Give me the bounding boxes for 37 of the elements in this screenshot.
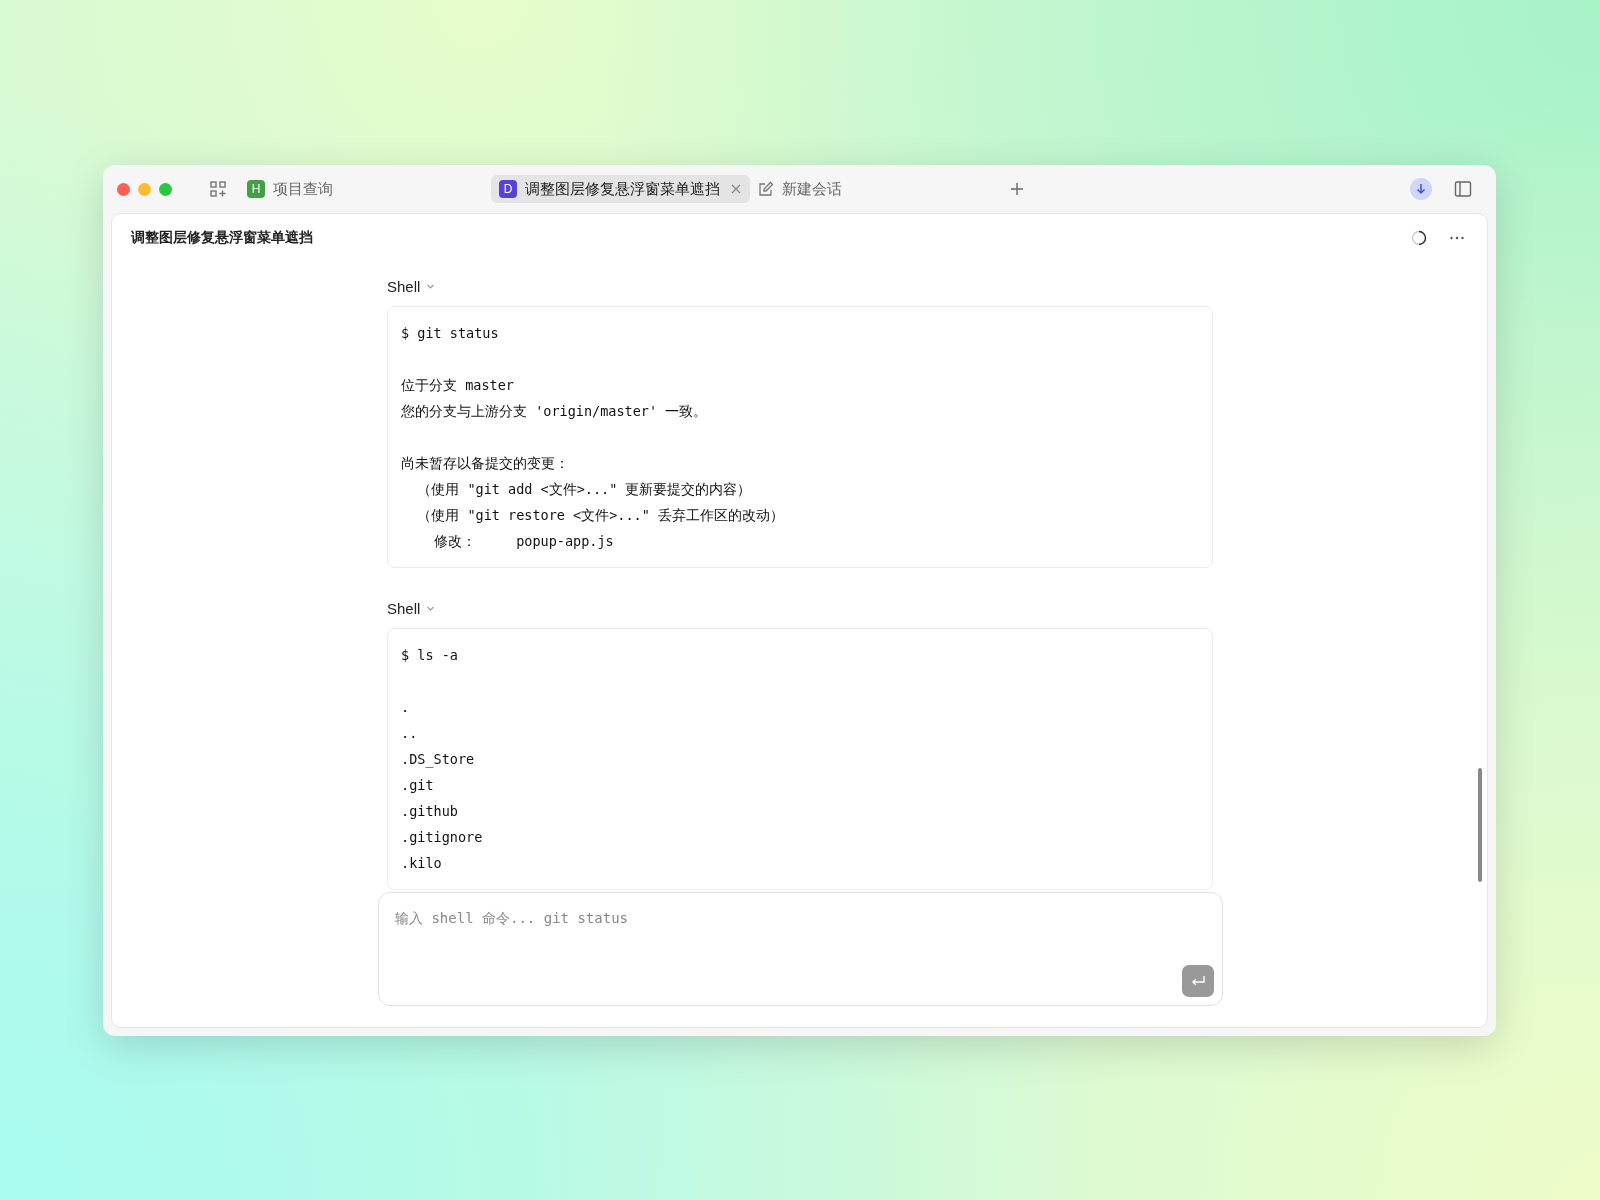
conversation-title: 调整图层修复悬浮窗菜单遮挡 xyxy=(131,229,313,247)
scrollbar[interactable] xyxy=(1478,768,1482,882)
return-icon xyxy=(1190,974,1206,988)
command-input[interactable]: 输入 shell 命令... git status xyxy=(378,892,1223,1006)
shell-label: Shell xyxy=(387,277,421,295)
output-line: .github xyxy=(401,802,459,821)
output-line: （使用 "git restore <文件>..." 丢弃工作区的改动） xyxy=(416,506,785,525)
output-line: .git xyxy=(401,776,435,795)
close-tab-icon[interactable] xyxy=(730,183,742,195)
send-button[interactable] xyxy=(1182,965,1214,997)
spinner-icon xyxy=(1411,230,1427,246)
output-line: $ git status xyxy=(401,324,500,343)
pencil-icon xyxy=(758,181,774,197)
zoom-button[interactable] xyxy=(159,182,172,196)
output-line: .kilo xyxy=(401,854,443,873)
minimize-button[interactable] xyxy=(138,182,151,196)
close-button[interactable] xyxy=(117,182,130,196)
output-line: . xyxy=(401,698,411,717)
sidebar-icon[interactable] xyxy=(1454,180,1472,198)
project-badge: D xyxy=(499,180,517,198)
grid-icon[interactable] xyxy=(209,180,227,198)
project-badge: H xyxy=(247,180,265,198)
tab[interactable]: H 项目查询 xyxy=(239,175,341,203)
tab[interactable]: 新建会话 xyxy=(750,175,850,203)
add-tab-icon[interactable] xyxy=(1010,182,1024,196)
output-line: 尚未暂存以备提交的变更： xyxy=(401,454,570,473)
tab[interactable]: D 调整图层修复悬浮窗菜单遮挡 xyxy=(491,175,750,203)
shell-label: Shell xyxy=(387,599,421,617)
output-line: .DS_Store xyxy=(401,750,476,770)
output-line: （使用 "git add <文件>..." 更新要提交的内容） xyxy=(416,480,753,499)
output-line: .. xyxy=(401,724,419,743)
output-line: $ ls -a xyxy=(401,646,459,665)
download-icon[interactable] xyxy=(1410,178,1432,200)
output-line: 位于分支 master xyxy=(401,376,515,395)
output-line: 修改： popup-app.js xyxy=(432,532,615,551)
output-line: 您的分支与上游分支 'origin/master' 一致。 xyxy=(401,402,709,421)
output-line: .gitignore xyxy=(401,828,484,847)
